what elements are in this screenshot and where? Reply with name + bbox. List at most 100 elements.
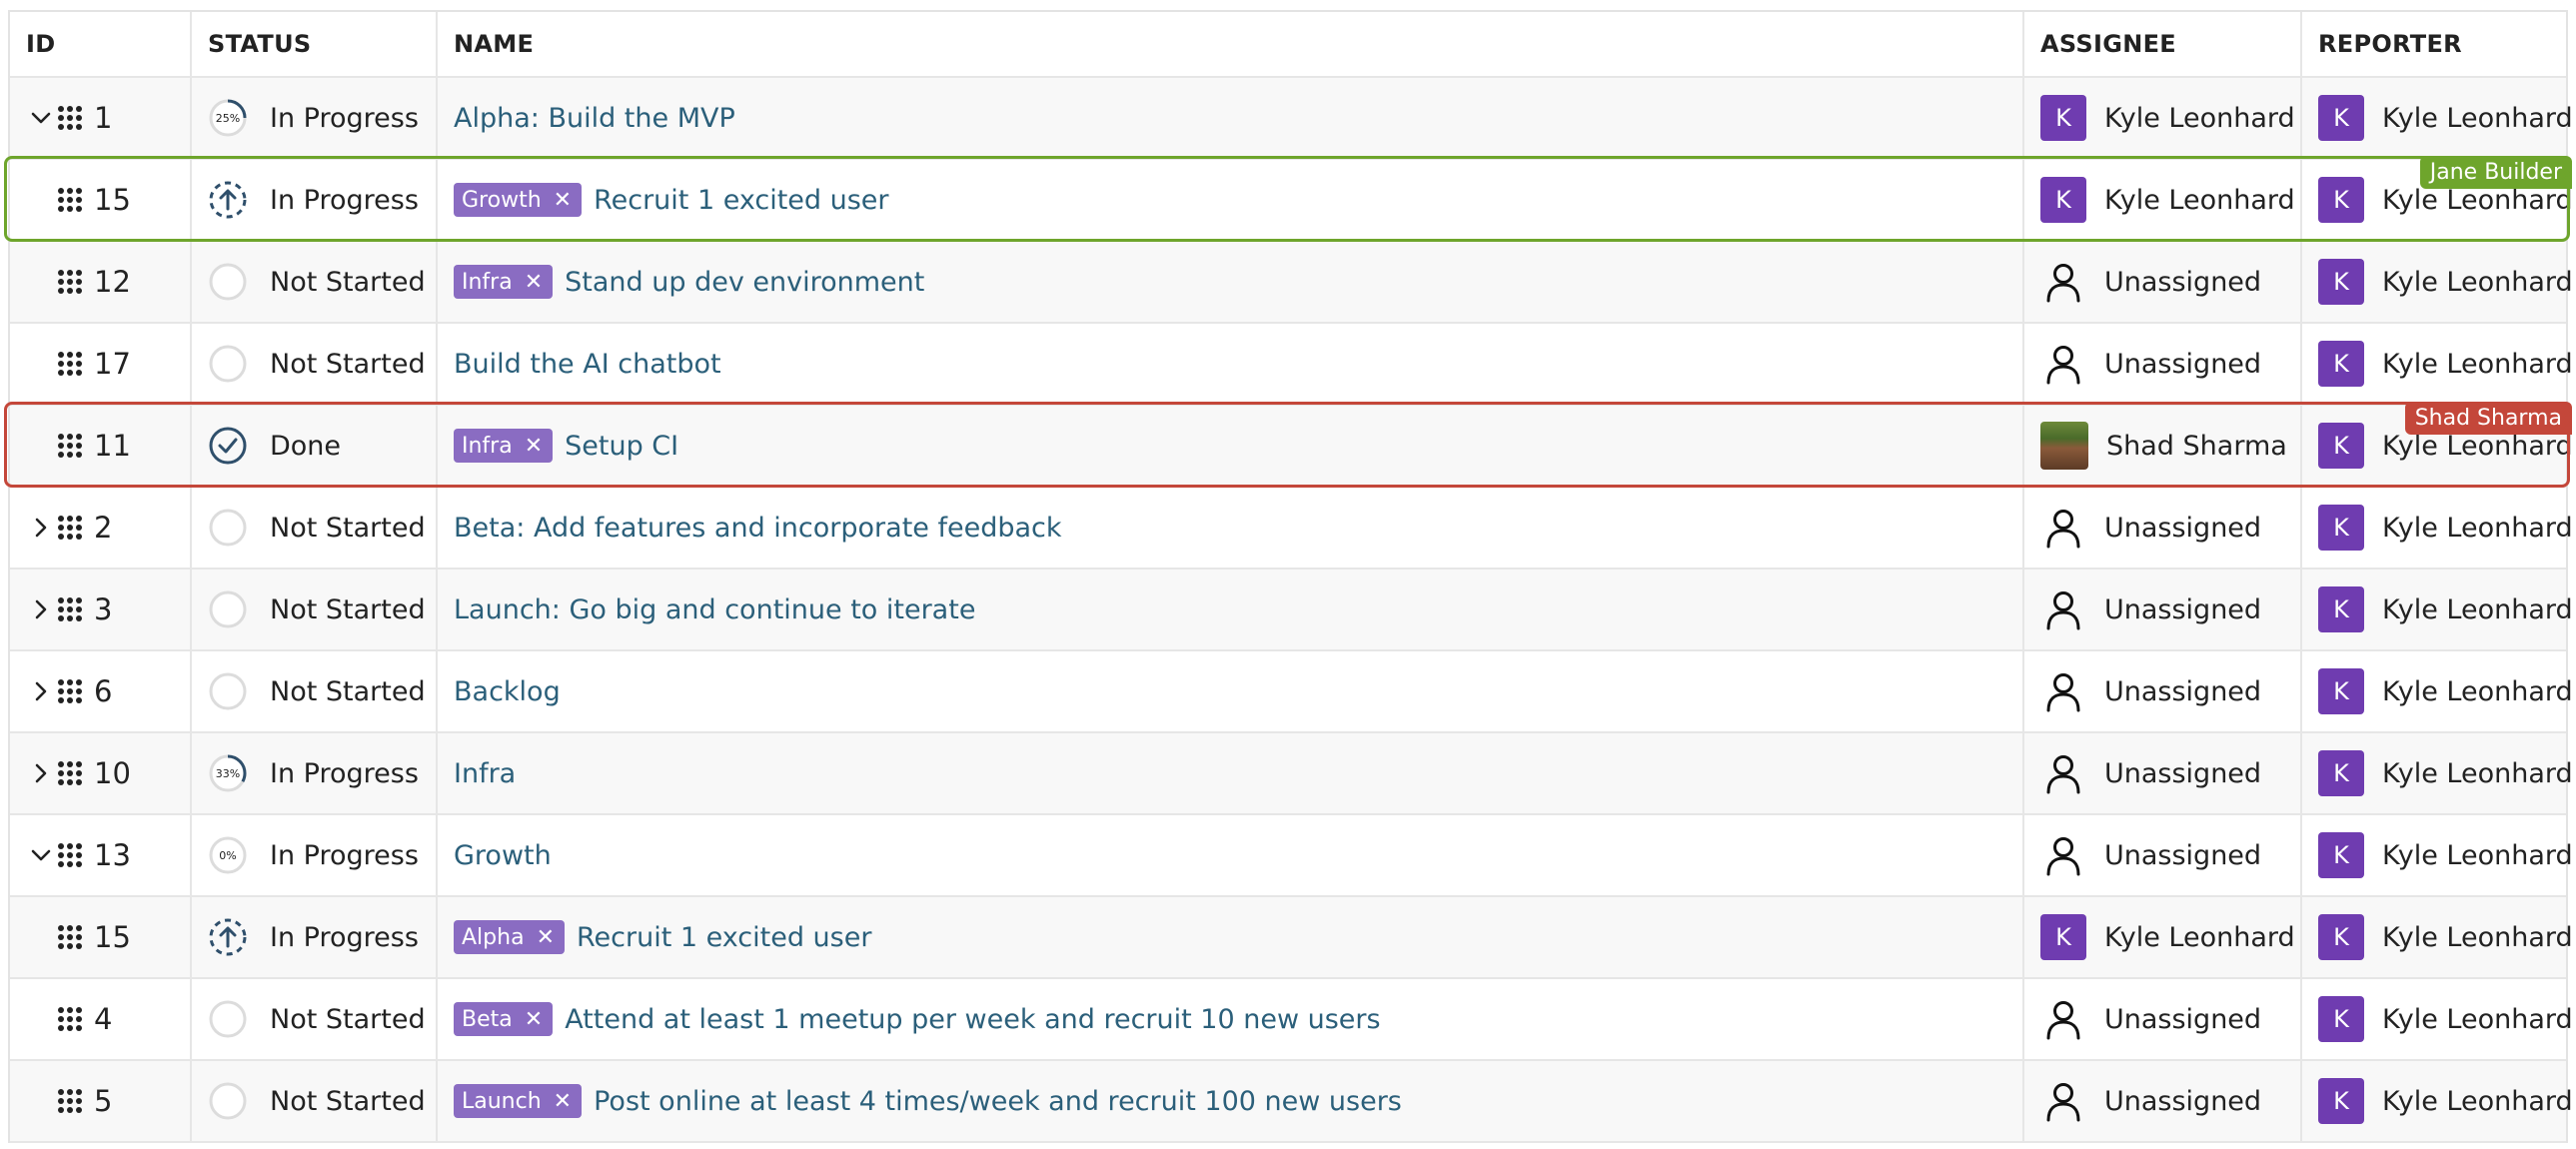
close-icon[interactable]: ✕ <box>554 188 572 213</box>
drag-handle-icon[interactable] <box>56 923 84 951</box>
reporter-cell[interactable]: K Kyle Leonhard <box>2302 488 2573 568</box>
drag-handle-icon[interactable] <box>56 268 84 296</box>
column-header-status[interactable]: STATUS <box>208 30 311 58</box>
assignee-cell[interactable]: Unassigned <box>2024 651 2302 731</box>
assignee-cell[interactable]: K Kyle Leonhard <box>2024 160 2302 240</box>
reporter-cell[interactable]: K Kyle Leonhard <box>2302 570 2573 649</box>
chevron-down-icon[interactable] <box>30 844 52 866</box>
status-cell[interactable]: 33% In Progress <box>192 733 438 813</box>
issues-table: ID STATUS NAME ASSIGNEE REPORTER 1 25% In … <box>8 10 2573 1143</box>
status-cell[interactable]: Not Started <box>192 570 438 649</box>
status-cell[interactable]: Done <box>192 406 438 486</box>
status-cell[interactable]: Not Started <box>192 324 438 404</box>
assignee-cell[interactable]: K Kyle Leonhard <box>2024 78 2302 158</box>
table-row[interactable]: 11 Done Infra ✕ Setup CI Shad Sharma K Kyle Leo… <box>10 406 2573 488</box>
issue-name-link[interactable]: Recruit 1 excited user <box>577 922 871 953</box>
chevron-right-icon[interactable] <box>30 517 52 539</box>
reporter-name: Kyle Leonhard <box>2382 921 2573 953</box>
assignee-cell[interactable]: Unassigned <box>2024 324 2302 404</box>
reporter-cell[interactable]: K Kyle Leonhard <box>2302 324 2573 404</box>
column-header-id[interactable]: ID <box>26 30 55 58</box>
reporter-cell[interactable]: K Kyle Leonhard <box>2302 242 2573 322</box>
column-header-assignee[interactable]: ASSIGNEE <box>2040 30 2176 58</box>
column-header-name[interactable]: NAME <box>454 30 534 58</box>
issue-name-link[interactable]: Growth <box>454 840 552 871</box>
avatar: K <box>2318 177 2364 223</box>
drag-handle-icon[interactable] <box>56 350 84 378</box>
table-row[interactable]: 12 Not Started Infra ✕ Stand up dev environm… <box>10 242 2573 324</box>
issue-name-link[interactable]: Recruit 1 excited user <box>594 185 888 216</box>
table-row[interactable]: 15 In Progress Alpha ✕ Recruit 1 excited use… <box>10 897 2573 979</box>
issue-name-link[interactable]: Infra <box>454 758 516 789</box>
table-row[interactable]: 10 33% In Progress Infra Unassigned K Kyle Leo… <box>10 733 2573 815</box>
close-icon[interactable]: ✕ <box>525 1007 543 1032</box>
reporter-cell[interactable]: K Kyle Leonhard <box>2302 897 2573 977</box>
assignee-cell[interactable]: Unassigned <box>2024 242 2302 322</box>
column-header-reporter[interactable]: REPORTER <box>2318 30 2462 58</box>
drag-handle-icon[interactable] <box>56 514 84 542</box>
status-cell[interactable]: 25% In Progress <box>192 78 438 158</box>
issue-name-link[interactable]: Backlog <box>454 676 561 707</box>
reporter-cell[interactable]: K Kyle Leonhard <box>2302 1061 2573 1141</box>
status-cell[interactable]: Not Started <box>192 1061 438 1141</box>
assignee-cell[interactable]: K Kyle Leonhard <box>2024 897 2302 977</box>
assignee-cell[interactable]: Unassigned <box>2024 815 2302 895</box>
close-icon[interactable]: ✕ <box>554 1089 572 1114</box>
drag-handle-icon[interactable] <box>56 677 84 705</box>
assignee-cell[interactable]: Unassigned <box>2024 488 2302 568</box>
assignee-name: Kyle Leonhard <box>2104 102 2295 134</box>
close-icon[interactable]: ✕ <box>537 925 555 950</box>
chevron-down-icon[interactable] <box>30 107 52 129</box>
status-label: Not Started <box>270 1085 426 1117</box>
assignee-cell[interactable]: Shad Sharma <box>2024 406 2302 486</box>
table-row[interactable]: 5 Not Started Launch ✕ Post online at least … <box>10 1061 2573 1143</box>
issue-name-link[interactable]: Beta: Add features and incorporate feedb… <box>454 513 1062 544</box>
status-cell[interactable]: Not Started <box>192 651 438 731</box>
assignee-cell[interactable]: Unassigned <box>2024 570 2302 649</box>
status-cell[interactable]: 0% In Progress <box>192 815 438 895</box>
drag-handle-icon[interactable] <box>56 841 84 869</box>
drag-handle-icon[interactable] <box>56 1005 84 1033</box>
table-row[interactable]: 4 Not Started Beta ✕ Attend at least 1 meetu… <box>10 979 2573 1061</box>
issue-name-link[interactable]: Launch: Go big and continue to iterate <box>454 594 975 625</box>
close-icon[interactable]: ✕ <box>525 270 543 295</box>
table-row[interactable]: 13 0% In Progress Growth Unassigned K Kyle Leo… <box>10 815 2573 897</box>
close-icon[interactable]: ✕ <box>525 434 543 459</box>
drag-handle-icon[interactable] <box>56 186 84 214</box>
assignee-cell[interactable]: Unassigned <box>2024 979 2302 1059</box>
tag-chip: Beta ✕ <box>454 1002 554 1036</box>
assignee-cell[interactable]: Unassigned <box>2024 733 2302 813</box>
drag-handle-icon[interactable] <box>56 759 84 787</box>
table-row[interactable]: 2 Not Started Beta: Add features and incor… <box>10 488 2573 570</box>
drag-handle-icon[interactable] <box>56 432 84 460</box>
status-cell[interactable]: In Progress <box>192 160 438 240</box>
table-row[interactable]: 3 Not Started Launch: Go big and continue … <box>10 570 2573 651</box>
status-cell[interactable]: Not Started <box>192 488 438 568</box>
issue-name-link[interactable]: Post online at least 4 times/week and re… <box>594 1086 1402 1117</box>
status-cell[interactable]: In Progress <box>192 897 438 977</box>
reporter-cell[interactable]: K Kyle Leonhard <box>2302 733 2573 813</box>
issue-name-link[interactable]: Setup CI <box>565 431 678 462</box>
table-row[interactable]: 15 In Progress Growth ✕ Recruit 1 excited us… <box>10 160 2573 242</box>
issue-name-link[interactable]: Alpha: Build the MVP <box>454 103 735 134</box>
reporter-cell[interactable]: K Kyle Leonhard <box>2302 815 2573 895</box>
status-icon <box>208 1081 248 1121</box>
reporter-cell[interactable]: K Kyle Leonhard <box>2302 979 2573 1059</box>
drag-handle-icon[interactable] <box>56 1087 84 1115</box>
chevron-right-icon[interactable] <box>30 762 52 784</box>
reporter-cell[interactable]: K Kyle Leonhard <box>2302 651 2573 731</box>
status-cell[interactable]: Not Started <box>192 242 438 322</box>
status-cell[interactable]: Not Started <box>192 979 438 1059</box>
issue-name-link[interactable]: Stand up dev environment <box>565 267 924 298</box>
issue-name-link[interactable]: Build the AI chatbot <box>454 349 721 380</box>
reporter-cell[interactable]: K Kyle Leonhard <box>2302 78 2573 158</box>
chevron-right-icon[interactable] <box>30 598 52 620</box>
drag-handle-icon[interactable] <box>56 104 84 132</box>
drag-handle-icon[interactable] <box>56 595 84 623</box>
table-row[interactable]: 1 25% In Progress Alpha: Build the MVP K Kyle… <box>10 78 2573 160</box>
table-row[interactable]: 6 Not Started Backlog Unassigned K Kyle Leonh… <box>10 651 2573 733</box>
table-row[interactable]: 17 Not Started Build the AI chatbot Unassig… <box>10 324 2573 406</box>
chevron-right-icon[interactable] <box>30 680 52 702</box>
issue-name-link[interactable]: Attend at least 1 meetup per week and re… <box>565 1004 1380 1035</box>
assignee-cell[interactable]: Unassigned <box>2024 1061 2302 1141</box>
